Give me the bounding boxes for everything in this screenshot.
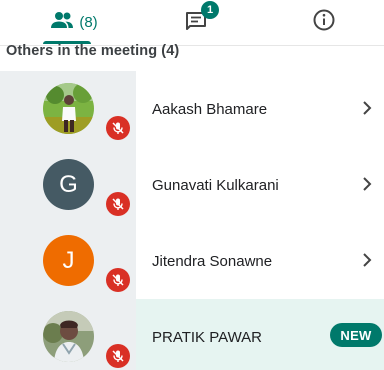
chevron-right-icon[interactable] [360, 175, 374, 193]
tab-people[interactable]: (8) [24, 0, 124, 44]
section-heading: Others in the meeting (4) [6, 43, 180, 59]
chat-icon [184, 12, 208, 38]
participant-name: Jitendra Sonawne [152, 253, 273, 270]
avatar [43, 311, 94, 362]
mic-muted-icon [106, 344, 130, 368]
mic-muted-icon [106, 268, 130, 292]
participant-count: (8) [79, 13, 98, 31]
participant-list: Aakash Bhamare G Gunavati Kulkarani J Ji… [0, 71, 384, 370]
avatar-initial: G [59, 170, 78, 198]
info-icon [312, 8, 336, 37]
avatar [43, 83, 94, 134]
unread-badge: 1 [201, 1, 219, 19]
chevron-right-icon[interactable] [360, 251, 374, 269]
participant-row[interactable]: G Gunavati Kulkarani [0, 147, 384, 223]
avatar: G [43, 159, 94, 210]
participant-name: Aakash Bhamare [152, 101, 268, 118]
participant-row[interactable]: J Jitendra Sonawne [0, 223, 384, 299]
mic-muted-icon [106, 116, 130, 140]
tab-chat[interactable]: 1 [174, 0, 219, 44]
new-badge: NEW [330, 323, 382, 347]
chevron-right-icon[interactable] [360, 99, 374, 117]
people-icon [50, 10, 74, 35]
participant-row[interactable]: PRATIK PAWAR NEW [0, 299, 384, 370]
tab-bar: (8) 1 [0, 0, 384, 44]
participant-name: PRATIK PAWAR [152, 329, 263, 346]
participant-row[interactable]: Aakash Bhamare [0, 71, 384, 147]
mic-muted-icon [106, 192, 130, 216]
tab-info[interactable] [302, 0, 346, 44]
participant-name: Gunavati Kulkarani [152, 177, 279, 194]
avatar: J [43, 235, 94, 286]
avatar-initial: J [62, 246, 75, 274]
